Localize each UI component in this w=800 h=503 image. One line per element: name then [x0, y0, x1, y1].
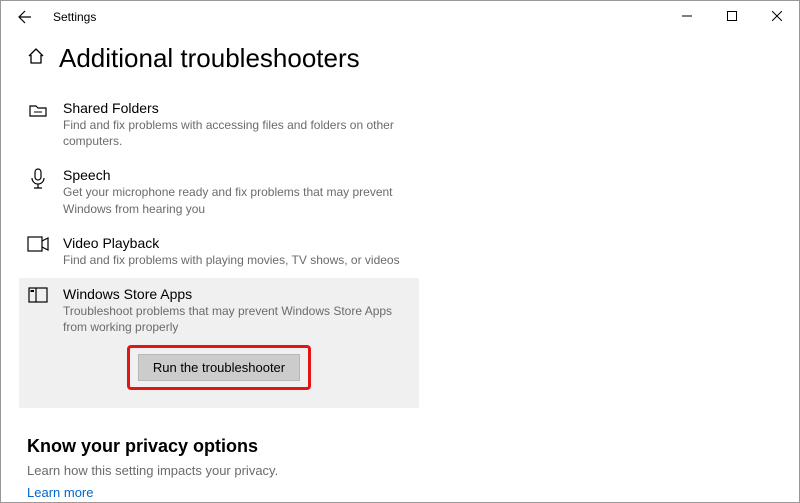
troubleshooter-video-playback[interactable]: Video Playback Find and fix problems wit…	[19, 227, 419, 278]
troubleshooter-title: Windows Store Apps	[63, 286, 411, 302]
maximize-button[interactable]	[709, 1, 754, 31]
troubleshooter-description: Get your microphone ready and fix proble…	[63, 184, 411, 216]
content-area: Additional troubleshooters Shared Folder…	[1, 33, 799, 502]
run-button-row: Run the troubleshooter	[19, 341, 419, 408]
maximize-icon	[727, 11, 737, 21]
privacy-heading: Know your privacy options	[27, 436, 773, 457]
window-title: Settings	[53, 10, 96, 24]
window-controls	[664, 1, 799, 31]
troubleshooter-speech[interactable]: Speech Get your microphone ready and fix…	[19, 159, 419, 226]
privacy-description: Learn how this setting impacts your priv…	[27, 463, 773, 478]
microphone-icon	[27, 167, 49, 190]
troubleshooter-shared-folders[interactable]: Shared Folders Find and fix problems wit…	[19, 92, 419, 159]
highlight-annotation: Run the troubleshooter	[127, 345, 311, 390]
back-button[interactable]	[9, 1, 41, 33]
privacy-section: Know your privacy options Learn how this…	[27, 436, 773, 502]
page-title: Additional troubleshooters	[59, 43, 360, 74]
troubleshooter-description: Find and fix problems with playing movie…	[63, 252, 411, 268]
close-button[interactable]	[754, 1, 799, 31]
minimize-icon	[682, 11, 692, 21]
troubleshooter-description: Troubleshoot problems that may prevent W…	[63, 303, 411, 335]
apps-icon	[27, 286, 49, 303]
troubleshooter-text: Speech Get your microphone ready and fix…	[63, 167, 411, 216]
troubleshooter-title: Speech	[63, 167, 411, 183]
arrow-left-icon	[17, 9, 33, 25]
titlebar: Settings	[1, 1, 799, 33]
troubleshooter-description: Find and fix problems with accessing fil…	[63, 117, 411, 149]
troubleshooter-list: Shared Folders Find and fix problems wit…	[19, 92, 773, 408]
troubleshooter-title: Shared Folders	[63, 100, 411, 116]
run-troubleshooter-button[interactable]: Run the troubleshooter	[138, 354, 300, 381]
troubleshooter-text: Windows Store Apps Troubleshoot problems…	[63, 286, 411, 335]
troubleshooter-title: Video Playback	[63, 235, 411, 251]
minimize-button[interactable]	[664, 1, 709, 31]
video-icon	[27, 235, 49, 252]
folder-shared-icon	[27, 100, 49, 121]
troubleshooter-text: Video Playback Find and fix problems wit…	[63, 235, 411, 268]
troubleshooter-windows-store-apps[interactable]: Windows Store Apps Troubleshoot problems…	[19, 278, 419, 341]
close-icon	[772, 11, 782, 21]
page-header: Additional troubleshooters	[27, 43, 773, 74]
troubleshooter-text: Shared Folders Find and fix problems wit…	[63, 100, 411, 149]
learn-more-link[interactable]: Learn more	[27, 485, 93, 500]
home-icon[interactable]	[27, 47, 45, 70]
